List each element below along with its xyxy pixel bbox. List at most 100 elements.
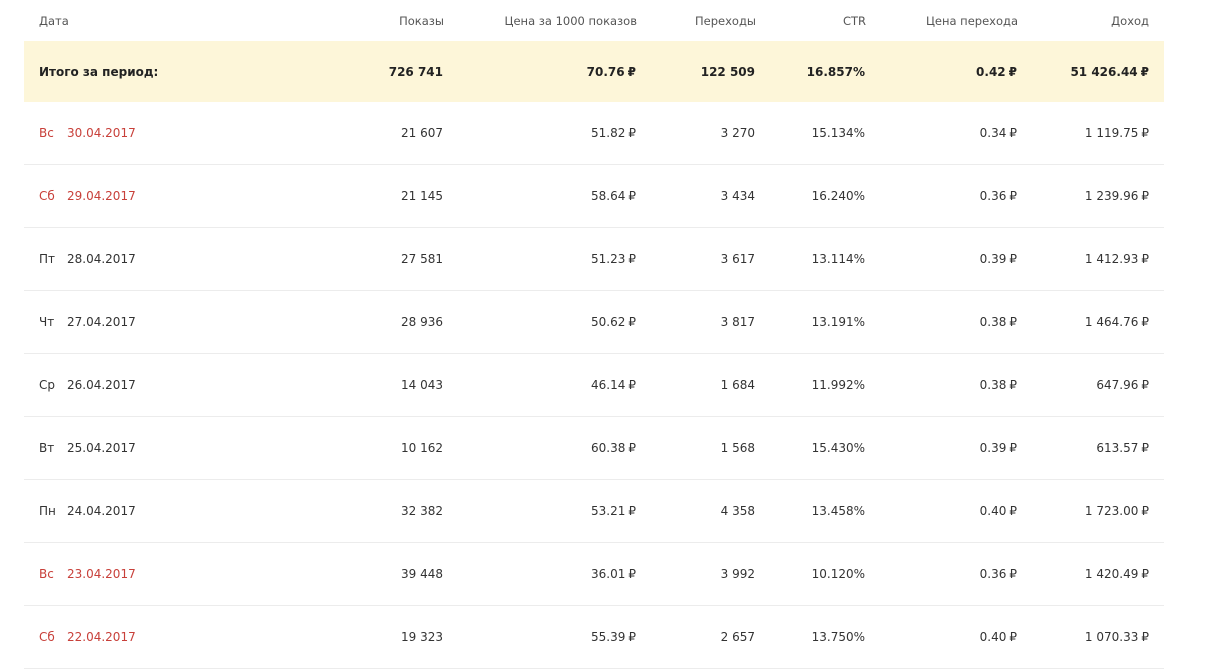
row-cpc-value: 0.38 xyxy=(979,378,1007,392)
row-date-cell: Вс 30.04.2017 xyxy=(24,102,214,165)
ruble-icon: ₽ xyxy=(628,315,636,329)
row-clicks: 3 434 xyxy=(637,164,756,228)
column-header-ctr[interactable]: CTR xyxy=(756,0,866,41)
table-row: Вт 25.04.2017 10 162 60.38 ₽1 568 15.430% 0.39… xyxy=(24,416,1164,480)
row-day-of-week: Сб xyxy=(39,189,55,203)
row-revenue: 613.57 ₽ xyxy=(1018,416,1164,480)
row-cpc: 0.40 ₽ xyxy=(866,605,1018,669)
row-cpc: 0.34 ₽ xyxy=(866,102,1018,165)
row-date-cell: Пн 24.04.2017 xyxy=(24,479,214,543)
column-header-impressions[interactable]: Показы xyxy=(214,0,444,41)
row-revenue: 647.96 ₽ xyxy=(1018,353,1164,417)
summary-cpc: 0.42 ₽ xyxy=(866,41,1018,102)
row-clicks: 1 684 xyxy=(637,353,756,417)
row-day-of-week: Чт xyxy=(39,315,55,329)
row-ctr: 13.114% xyxy=(756,227,866,291)
row-revenue-value: 647.96 xyxy=(1096,378,1139,392)
table-row: Вс 23.04.2017 39 448 36.01 ₽3 992 10.120% 0.36… xyxy=(24,542,1164,606)
row-date-cell: Чт 27.04.2017 xyxy=(24,290,214,354)
column-header-revenue[interactable]: Доход xyxy=(1018,0,1164,41)
table-row: Сб 29.04.2017 21 145 58.64 ₽3 434 16.240% 0.36… xyxy=(24,164,1164,228)
row-clicks: 1 568 xyxy=(637,416,756,480)
row-impressions: 39 448 xyxy=(214,542,444,606)
ruble-icon: ₽ xyxy=(1009,504,1017,518)
row-cpm-value: 46.14 xyxy=(591,378,626,392)
column-header-clicks[interactable]: Переходы xyxy=(637,0,756,41)
row-clicks: 3 992 xyxy=(637,542,756,606)
table-row: Пт 28.04.2017 27 581 51.23 ₽3 617 13.114% 0.39… xyxy=(24,227,1164,291)
row-date: 27.04.2017 xyxy=(67,315,136,329)
row-impressions: 27 581 xyxy=(214,227,444,291)
row-date-cell: Вт 25.04.2017 xyxy=(24,416,214,480)
row-revenue-value: 1 420.49 xyxy=(1084,567,1139,581)
ruble-icon: ₽ xyxy=(1141,126,1149,140)
row-revenue: 1 723.00 ₽ xyxy=(1018,479,1164,543)
row-cpc-value: 0.36 xyxy=(979,567,1007,581)
row-date: 28.04.2017 xyxy=(67,252,136,266)
row-cpm: 51.23 ₽ xyxy=(444,227,637,291)
row-day-of-week: Пт xyxy=(39,252,56,266)
summary-label: Итого за период: xyxy=(24,41,214,102)
row-cpc: 0.36 ₽ xyxy=(866,542,1018,606)
table-row: Чт 27.04.2017 28 936 50.62 ₽3 817 13.191% 0.38… xyxy=(24,290,1164,354)
row-ctr: 11.992% xyxy=(756,353,866,417)
row-revenue-value: 1 239.96 xyxy=(1084,189,1139,203)
row-cpc: 0.38 ₽ xyxy=(866,290,1018,354)
stats-table: Дата Показы Цена за 1000 показов Переход… xyxy=(24,0,1164,669)
ruble-icon: ₽ xyxy=(628,630,636,644)
row-cpm-value: 53.21 xyxy=(591,504,626,518)
ruble-icon: ₽ xyxy=(1141,378,1149,392)
row-cpm: 50.62 ₽ xyxy=(444,290,637,354)
row-impressions: 21 145 xyxy=(214,164,444,228)
row-date-cell: Сб 29.04.2017 xyxy=(24,164,214,228)
row-revenue: 1 420.49 ₽ xyxy=(1018,542,1164,606)
row-cpm-value: 55.39 xyxy=(591,630,626,644)
table-row: Ср 26.04.2017 14 043 46.14 ₽1 684 11.992% 0.38… xyxy=(24,353,1164,417)
summary-ctr: 16.857% xyxy=(756,41,866,102)
row-cpm: 60.38 ₽ xyxy=(444,416,637,480)
row-date-cell: Пт 28.04.2017 xyxy=(24,227,214,291)
summary-revenue: 51 426.44 ₽ xyxy=(1018,41,1164,102)
row-cpm-value: 51.23 xyxy=(591,252,626,266)
summary-cpc-value: 0.42 xyxy=(976,64,1006,79)
row-date: 25.04.2017 xyxy=(67,441,136,455)
ruble-icon: ₽ xyxy=(1141,252,1149,266)
column-header-cpm[interactable]: Цена за 1000 показов xyxy=(444,0,637,41)
ruble-icon: ₽ xyxy=(1009,378,1017,392)
table-row: Пн 24.04.2017 32 382 53.21 ₽4 358 13.458% 0.40… xyxy=(24,479,1164,543)
ruble-icon: ₽ xyxy=(1009,126,1017,140)
row-date-cell: Вс 23.04.2017 xyxy=(24,542,214,606)
row-impressions: 28 936 xyxy=(214,290,444,354)
row-cpc-value: 0.36 xyxy=(979,189,1007,203)
ruble-icon: ₽ xyxy=(628,504,636,518)
ruble-icon: ₽ xyxy=(1009,315,1017,329)
row-ctr: 13.191% xyxy=(756,290,866,354)
column-header-date[interactable]: Дата xyxy=(24,0,214,41)
row-cpm: 58.64 ₽ xyxy=(444,164,637,228)
column-header-cpc[interactable]: Цена перехода xyxy=(866,0,1018,41)
ruble-icon: ₽ xyxy=(1009,252,1017,266)
summary-row: Итого за период: 726 741 70.76 ₽ 122 509 … xyxy=(24,41,1164,102)
ruble-icon: ₽ xyxy=(628,189,636,203)
table-row: Сб 22.04.2017 19 323 55.39 ₽2 657 13.750% 0.40… xyxy=(24,605,1164,669)
row-revenue-value: 1 070.33 xyxy=(1084,630,1139,644)
row-clicks: 4 358 xyxy=(637,479,756,543)
ruble-icon: ₽ xyxy=(628,567,636,581)
row-cpm: 46.14 ₽ xyxy=(444,353,637,417)
row-ctr: 15.430% xyxy=(756,416,866,480)
row-revenue: 1 070.33 ₽ xyxy=(1018,605,1164,669)
row-impressions: 32 382 xyxy=(214,479,444,543)
row-cpc-value: 0.39 xyxy=(979,441,1007,455)
row-clicks: 2 657 xyxy=(637,605,756,669)
row-impressions: 14 043 xyxy=(214,353,444,417)
ruble-icon: ₽ xyxy=(1009,630,1017,644)
row-ctr: 16.240% xyxy=(756,164,866,228)
row-ctr: 10.120% xyxy=(756,542,866,606)
ruble-icon: ₽ xyxy=(1141,567,1149,581)
row-day-of-week: Вс xyxy=(39,126,54,140)
row-date: 23.04.2017 xyxy=(67,567,136,581)
summary-cpm-value: 70.76 xyxy=(586,64,625,79)
ruble-icon: ₽ xyxy=(1141,630,1149,644)
row-day-of-week: Вс xyxy=(39,567,54,581)
ruble-icon: ₽ xyxy=(1140,64,1149,79)
